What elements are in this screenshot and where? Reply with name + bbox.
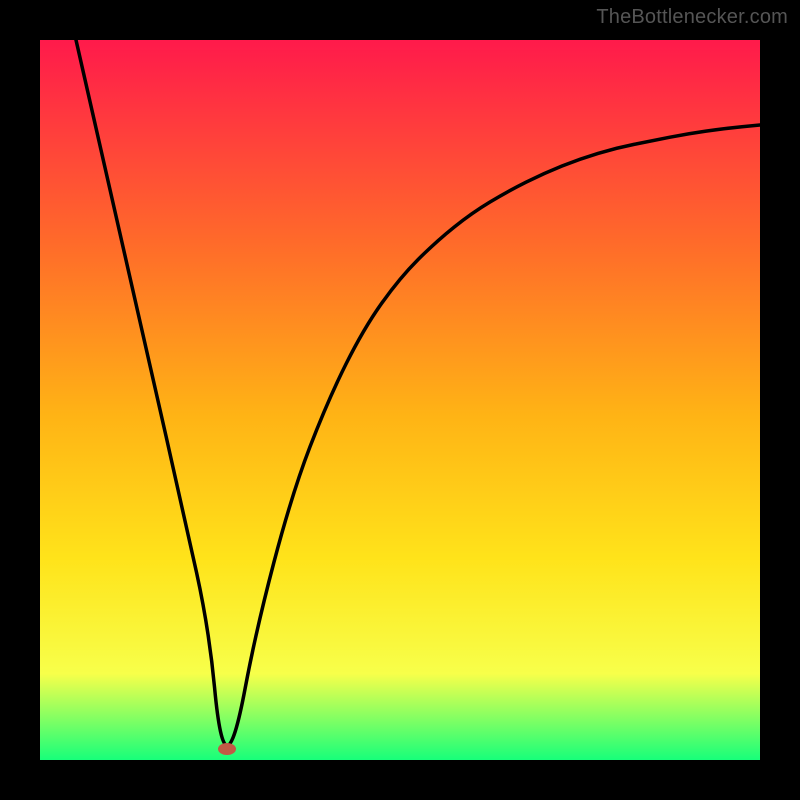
plot-area <box>40 40 760 760</box>
chart-frame: TheBottlenecker.com <box>0 0 800 800</box>
gradient-background <box>40 40 760 760</box>
minimum-marker <box>218 743 236 755</box>
bottleneck-curve-line <box>76 40 760 746</box>
gradient-rect <box>40 40 760 760</box>
attribution-text: TheBottlenecker.com <box>596 6 788 29</box>
